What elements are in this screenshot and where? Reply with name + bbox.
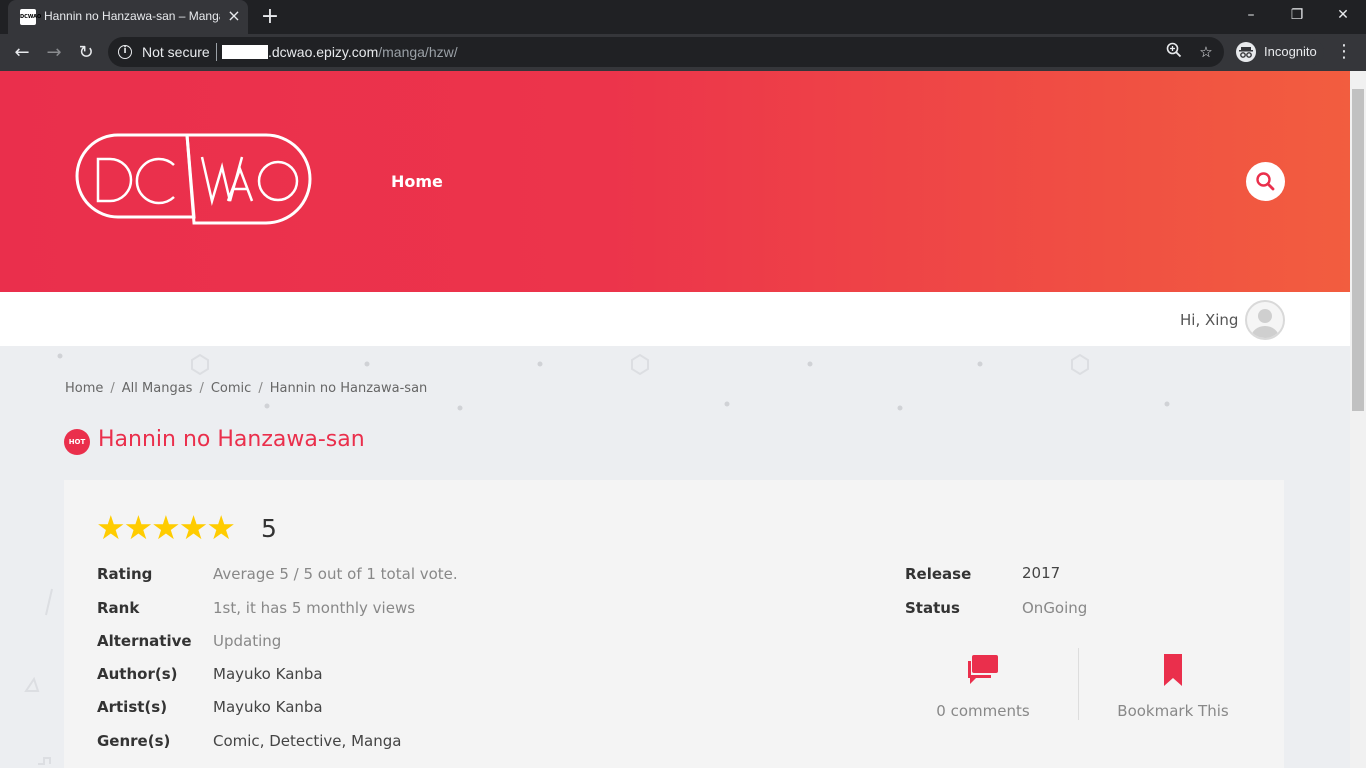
url-text[interactable]: .dcwao.epizy.com/manga/hzw/ [268,44,458,60]
avatar[interactable] [1245,300,1285,340]
rank-label: Rank [97,599,140,617]
new-tab-icon[interactable]: + [258,5,282,29]
page-scrollbar[interactable] [1350,71,1366,768]
search-icon [1256,172,1275,191]
nav-home-link[interactable]: Home [391,172,443,191]
url-host: .dcwao.epizy.com [268,44,379,60]
site-logo[interactable] [70,131,314,227]
url-path: /manga/hzw/ [378,44,458,60]
incognito-icon [1236,42,1256,62]
url-divider [216,43,217,61]
breadcrumb-comic[interactable]: Comic [211,381,251,396]
genre-link-manga[interactable]: Manga [351,732,401,750]
release-label: Release [905,565,972,583]
genre-link-comic[interactable]: Comic [213,732,260,750]
page-title: Hannin no Hanzawa-san [98,427,365,452]
incognito-label: Incognito [1264,44,1317,59]
author-link[interactable]: Mayuko Kanba [213,665,323,683]
back-icon[interactable]: ← [8,39,36,67]
restore-icon[interactable]: ❐ [1274,0,1320,30]
genre-link-detective[interactable]: Detective [269,732,341,750]
alternative-value: Updating [213,632,282,650]
rating-stars[interactable]: ★★★★★ [96,510,236,546]
tab-title: Hannin no Hanzawa-san – Manga [44,9,220,23]
status-label: Status [905,599,960,617]
avatar-icon [1251,309,1279,338]
breadcrumb-separator: / [258,381,263,396]
comments-button[interactable]: 0 comments [893,652,1073,732]
user-bar: Hi, Xing [0,292,1350,346]
release-value[interactable]: 2017 [1022,564,1060,582]
reload-icon[interactable]: ↻ [72,39,100,67]
address-bar[interactable]: i Not secure .dcwao.epizy.com/manga/hzw/… [108,37,1224,67]
info-icon[interactable]: i [118,45,132,59]
search-button[interactable] [1246,162,1285,201]
forward-icon[interactable]: → [40,39,68,67]
bookmark-label: Bookmark This [1117,702,1229,720]
security-label[interactable]: Not secure [142,44,210,60]
alternative-label: Alternative [97,632,192,650]
browser-tab[interactable]: DCWAO Hannin no Hanzawa-san – Manga × [8,0,248,34]
genres-label: Genre(s) [97,732,171,750]
rating-value: Average 5 / 5 out of 1 total vote. [213,565,458,583]
artist-link[interactable]: Mayuko Kanba [213,698,323,716]
url-redaction [222,45,268,59]
minimize-icon[interactable]: – [1228,0,1274,30]
rating-score: 5 [261,514,277,543]
user-greeting[interactable]: Hi, Xing [1180,311,1238,329]
incognito-badge[interactable]: Incognito [1232,39,1324,65]
status-value: OnGoing [1022,599,1088,617]
star-icon[interactable]: ☆ [1196,42,1216,62]
hot-badge: HOT [64,429,90,455]
scrollbar-thumb[interactable] [1352,89,1364,411]
tab-close-icon[interactable]: × [226,8,242,24]
site-header: Home [0,71,1350,292]
comments-label: 0 comments [936,702,1030,720]
breadcrumb-all-mangas[interactable]: All Mangas [122,381,193,396]
genre-list: Comic, Detective, Manga [213,732,402,750]
close-window-icon[interactable]: ✕ [1320,0,1366,30]
breadcrumb-separator: / [110,381,115,396]
rating-label: Rating [97,565,153,583]
manga-info-card: ★★★★★ 5 Rating Average 5 / 5 out of 1 to… [64,480,1284,768]
browser-titlebar: DCWAO Hannin no Hanzawa-san – Manga × + … [0,0,1366,34]
bookmark-icon [1164,654,1182,686]
browser-menu-icon[interactable]: ⋮ [1334,39,1354,65]
page-viewport: Home Hi, Xing Home / All Mangas / Comic … [0,71,1366,768]
comments-icon [968,655,998,684]
authors-label: Author(s) [97,665,178,683]
artists-label: Artist(s) [97,698,168,716]
browser-toolbar: ← → ↻ i Not secure .dcwao.epizy.com/mang… [0,34,1366,71]
breadcrumb-home[interactable]: Home [65,381,103,396]
tab-favicon: DCWAO [20,9,41,25]
rank-value: 1st, it has 5 monthly views [213,599,416,617]
bookmark-button[interactable]: Bookmark This [1083,652,1263,732]
breadcrumb: Home / All Mangas / Comic / Hannin no Hanzawa-… [65,381,427,396]
action-divider [1078,648,1079,720]
breadcrumb-current: Hannin no Hanzawa-san [269,381,428,396]
breadcrumb-separator: / [199,381,204,396]
zoom-icon[interactable] [1164,42,1184,62]
